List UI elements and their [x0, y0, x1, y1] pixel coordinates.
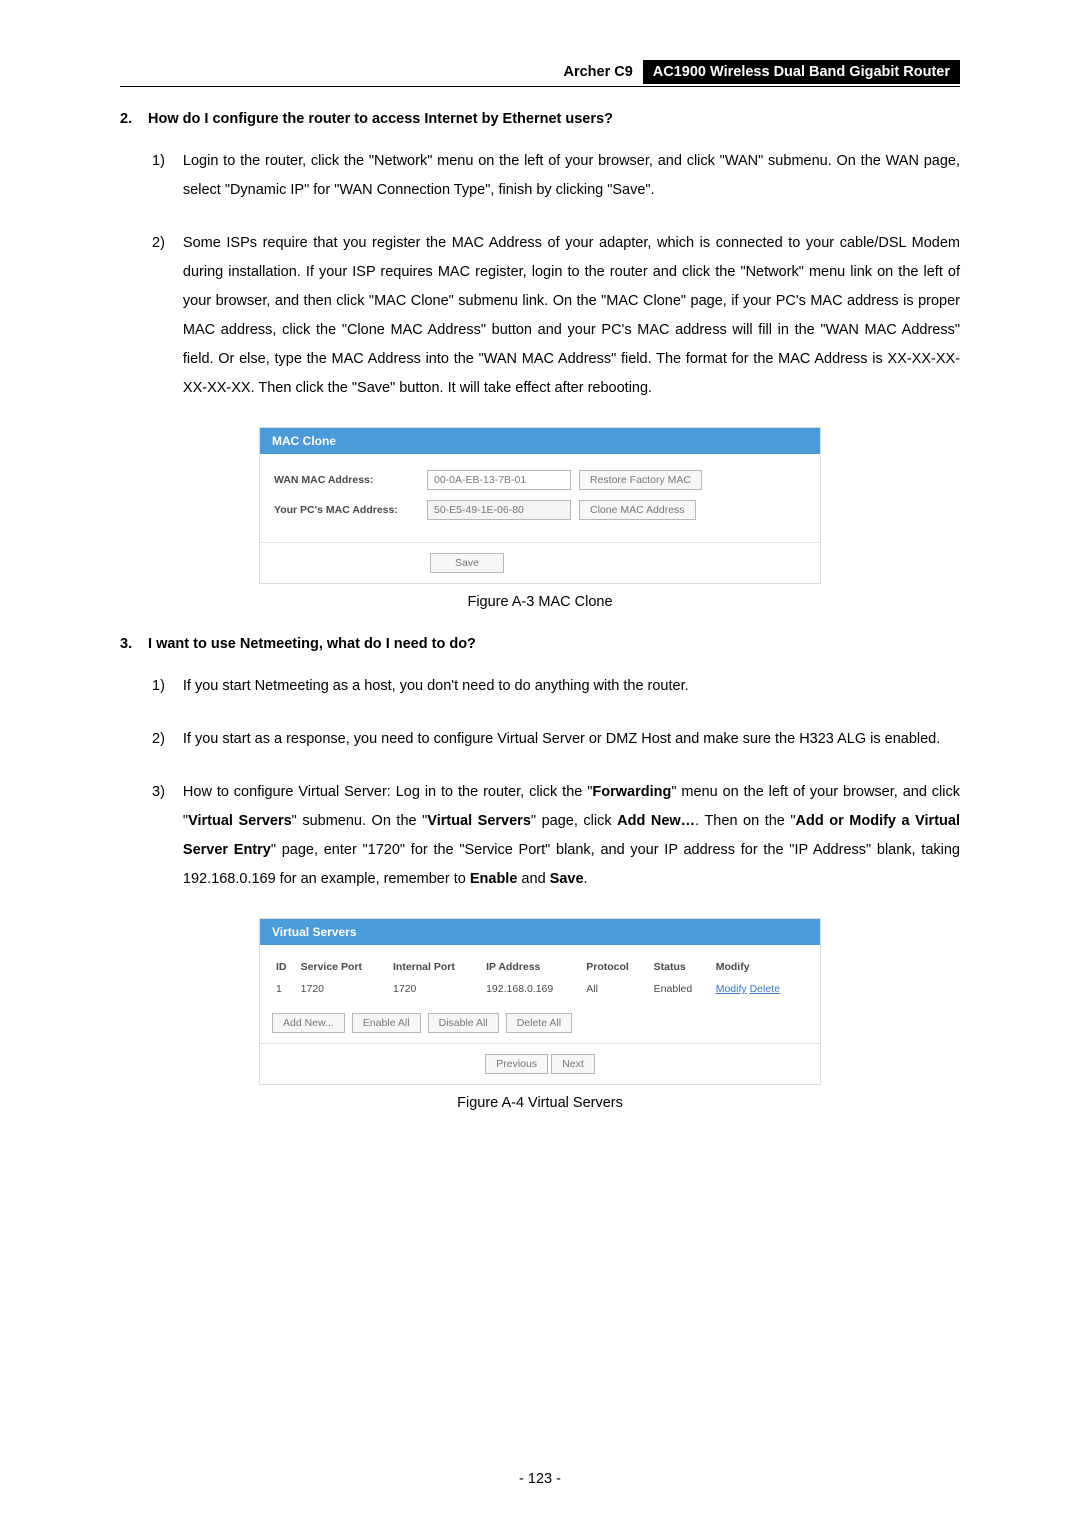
- cell-ip-address: 192.168.0.169: [482, 981, 582, 997]
- step-text: If you start as a response, you need to …: [183, 725, 960, 754]
- t: Save: [550, 871, 584, 887]
- section-3-title: I want to use Netmeeting, what do I need…: [148, 636, 476, 652]
- col-service-port: Service Port: [297, 959, 389, 981]
- t: and: [517, 871, 549, 887]
- t: Virtual Servers: [427, 813, 531, 829]
- col-id: ID: [272, 959, 297, 981]
- restore-factory-mac-button[interactable]: Restore Factory MAC: [579, 470, 702, 490]
- delete-all-button[interactable]: Delete All: [506, 1013, 572, 1033]
- clone-mac-address-button[interactable]: Clone MAC Address: [579, 500, 696, 520]
- section-2-number: 2.: [120, 111, 144, 127]
- save-button[interactable]: Save: [430, 553, 504, 573]
- section-2-title: How do I configure the router to access …: [148, 111, 613, 127]
- t: " submenu. On the ": [292, 813, 428, 829]
- page-number: - 123 -: [0, 1471, 1080, 1487]
- col-internal-port: Internal Port: [389, 959, 482, 981]
- cell-service-port: 1720: [297, 981, 389, 997]
- t: Add New…: [617, 813, 695, 829]
- section-2: 2. How do I configure the router to acce…: [120, 111, 960, 403]
- figure-a3-caption: Figure A-3 MAC Clone: [120, 594, 960, 610]
- virtual-servers-panel: Virtual Servers ID Service Port Internal…: [259, 918, 821, 1085]
- t: .: [584, 871, 588, 887]
- t: . Then on the ": [695, 813, 795, 829]
- virtual-servers-table: ID Service Port Internal Port IP Address…: [272, 959, 808, 997]
- step-marker: 2): [152, 725, 165, 754]
- mac-clone-panel: MAC Clone WAN MAC Address: Restore Facto…: [259, 427, 821, 584]
- step-text: How to configure Virtual Server: Log in …: [183, 778, 960, 894]
- step-marker: 2): [152, 229, 165, 403]
- product-subtitle: AC1900 Wireless Dual Band Gigabit Router: [643, 60, 960, 84]
- cell-protocol: All: [582, 981, 649, 997]
- t: " page, click: [531, 813, 617, 829]
- wan-mac-input[interactable]: [427, 470, 571, 490]
- modify-link[interactable]: Modify: [716, 983, 747, 995]
- section-3-number: 3.: [120, 636, 144, 652]
- pc-mac-input: [427, 500, 571, 520]
- t: Enable: [470, 871, 518, 887]
- col-status: Status: [650, 959, 712, 981]
- step-marker: 1): [152, 672, 165, 701]
- step-marker: 1): [152, 147, 165, 205]
- col-modify: Modify: [712, 959, 808, 981]
- t: Forwarding: [592, 784, 671, 800]
- col-ip-address: IP Address: [482, 959, 582, 981]
- cell-internal-port: 1720: [389, 981, 482, 997]
- step-marker: 3): [152, 778, 165, 894]
- t: Virtual Servers: [188, 813, 292, 829]
- virtual-servers-title: Virtual Servers: [260, 919, 820, 945]
- pc-mac-label: Your PC's MAC Address:: [274, 504, 419, 516]
- mac-clone-title: MAC Clone: [260, 428, 820, 454]
- col-protocol: Protocol: [582, 959, 649, 981]
- step-text: Login to the router, click the "Network"…: [183, 147, 960, 205]
- disable-all-button[interactable]: Disable All: [428, 1013, 499, 1033]
- step-text: If you start Netmeeting as a host, you d…: [183, 672, 960, 701]
- add-new-button[interactable]: Add New...: [272, 1013, 345, 1033]
- figure-a4-caption: Figure A-4 Virtual Servers: [120, 1095, 960, 1111]
- doc-header: Archer C9 AC1900 Wireless Dual Band Giga…: [120, 60, 960, 87]
- previous-button[interactable]: Previous: [485, 1054, 548, 1074]
- step-text: Some ISPs require that you register the …: [183, 229, 960, 403]
- table-row: 1 1720 1720 192.168.0.169 All Enabled Mo…: [272, 981, 808, 997]
- wan-mac-label: WAN MAC Address:: [274, 474, 419, 486]
- enable-all-button[interactable]: Enable All: [352, 1013, 421, 1033]
- next-button[interactable]: Next: [551, 1054, 595, 1074]
- t: How to configure Virtual Server: Log in …: [183, 784, 592, 800]
- cell-id: 1: [272, 981, 297, 997]
- section-3: 3. I want to use Netmeeting, what do I n…: [120, 636, 960, 894]
- product-name: Archer C9: [563, 60, 642, 84]
- cell-status: Enabled: [650, 981, 712, 997]
- delete-link[interactable]: Delete: [750, 983, 780, 995]
